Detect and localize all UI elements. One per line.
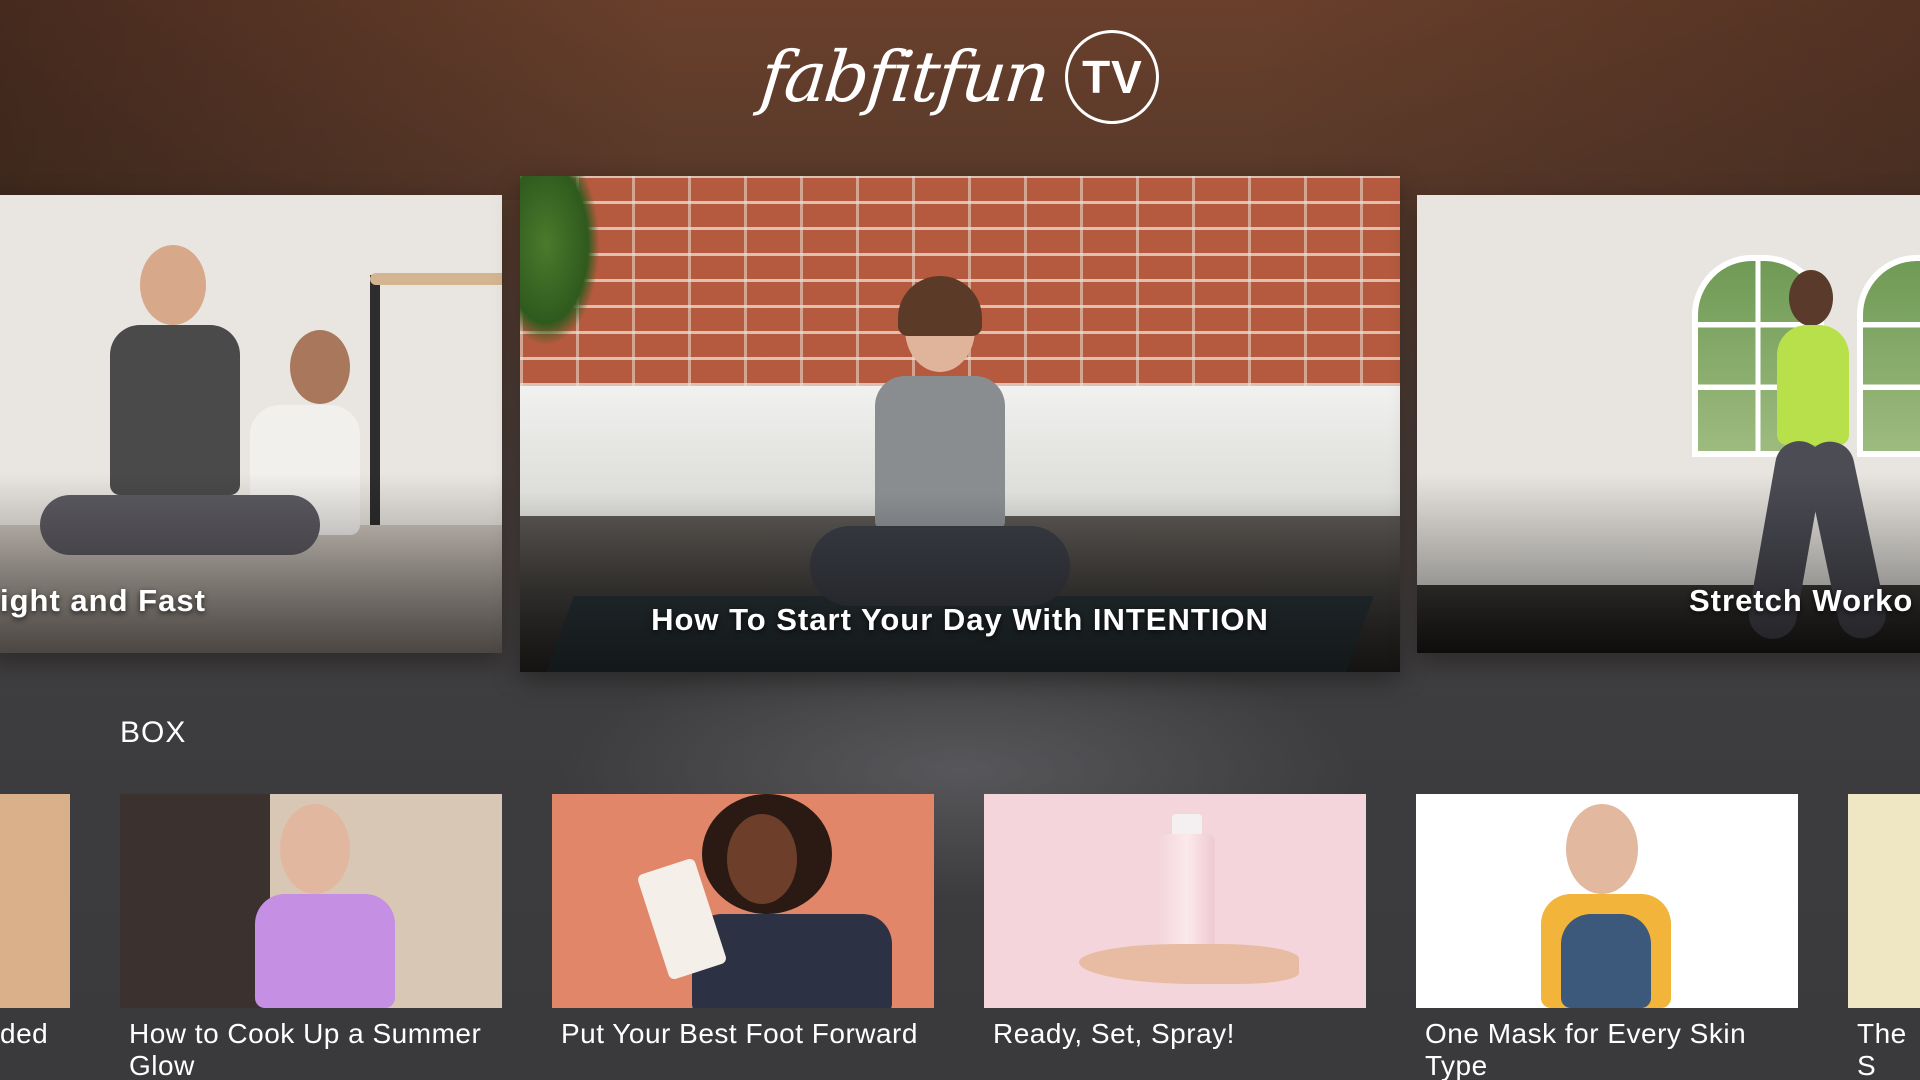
video-thumbnail[interactable]	[984, 794, 1366, 1008]
hero-right-title: Stretch Worko	[1689, 583, 1914, 618]
thumbnail-partial-left[interactable]	[0, 794, 70, 1008]
section-label-box: BOX	[120, 716, 187, 749]
video-title: Ready, Set, Spray!	[993, 1018, 1235, 1049]
video-thumbnail[interactable]	[552, 794, 934, 1008]
logo-wordmark: fabfitfun	[756, 36, 1052, 118]
thumbnail-partial-left-title: ded	[0, 1018, 49, 1049]
video-thumbnail[interactable]	[120, 794, 502, 1008]
video-title: Put Your Best Foot Forward	[561, 1018, 918, 1049]
tv-home-screen: fabfitfun TV ight and Fast How To Start …	[0, 0, 1920, 1080]
hero-card-right[interactable]: Stretch Worko	[1417, 195, 1920, 653]
plant	[520, 176, 600, 346]
hero-left-title: ight and Fast	[0, 583, 206, 618]
shelf	[120, 794, 270, 1008]
thumbnail-partial-right[interactable]	[1848, 794, 1920, 1008]
hero-card-left[interactable]: ight and Fast	[0, 195, 502, 653]
logo-tv-badge: TV	[1065, 30, 1160, 124]
hero-center-title: How To Start Your Day With INTENTION	[651, 602, 1269, 637]
video-title: How to Cook Up a Summer Glow	[129, 1018, 482, 1080]
app-logo: fabfitfun TV	[0, 30, 1920, 124]
video-thumbnail[interactable]	[1416, 794, 1798, 1008]
video-title: One Mask for Every Skin Type	[1425, 1018, 1747, 1080]
hero-card-focused[interactable]: How To Start Your Day With INTENTION	[520, 176, 1400, 672]
thumbnail-partial-right-title: The S Sum	[1857, 1018, 1907, 1080]
